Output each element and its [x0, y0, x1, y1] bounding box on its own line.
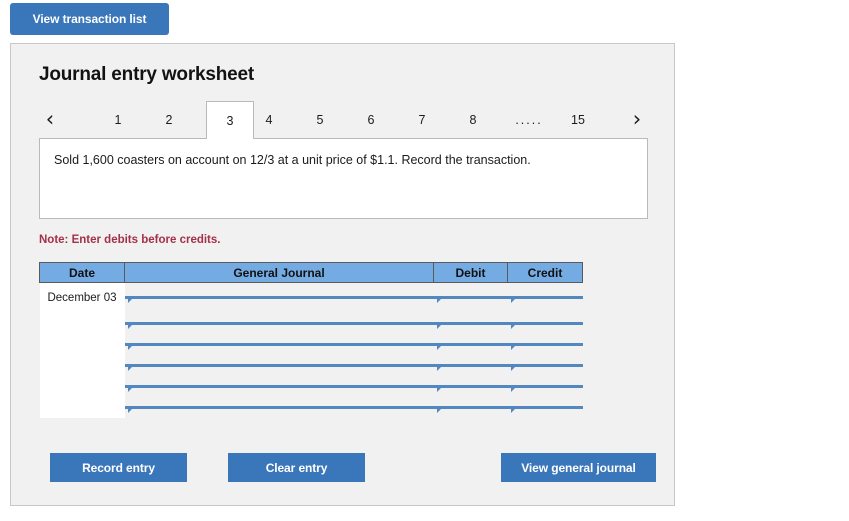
journal-debit-input-cell: [433, 375, 508, 397]
journal-date-cell: December 03: [39, 282, 125, 313]
journal-date-cell: [39, 375, 125, 397]
table-row: [39, 333, 583, 355]
journal-debit-input[interactable]: [433, 342, 508, 350]
journal-credit-input-cell: [507, 282, 583, 313]
table-row: [39, 375, 583, 397]
table-row: [39, 354, 583, 376]
page-title: Journal entry worksheet: [39, 64, 255, 85]
tab-list: 1 2 3 4 5 6 7 8..... 15: [69, 101, 618, 139]
journal-account-input[interactable]: [124, 384, 434, 392]
journal-date-cell: [39, 333, 125, 355]
column-header-date: Date: [39, 262, 125, 283]
journal-account-input[interactable]: [124, 296, 434, 304]
journal-account-input-cell: [124, 354, 434, 376]
tab-4[interactable]: 4: [257, 101, 281, 139]
journal-date-cell: [39, 354, 125, 376]
journal-credit-input-cell: [507, 375, 583, 397]
column-header-credit: Credit: [507, 262, 583, 283]
journal-credit-input[interactable]: [507, 296, 583, 304]
general-journal-table: Date General Journal Debit Credit Decemb…: [39, 262, 583, 418]
clear-entry-button[interactable]: Clear entry: [228, 453, 365, 482]
tab-2[interactable]: 2: [157, 101, 181, 139]
journal-debit-input[interactable]: [433, 405, 508, 413]
journal-credit-input[interactable]: [507, 363, 583, 371]
table-body: December 03: [39, 282, 583, 418]
journal-account-input[interactable]: [124, 342, 434, 350]
table-row: [39, 312, 583, 334]
journal-date-cell: [39, 396, 125, 418]
journal-debit-input[interactable]: [433, 321, 508, 329]
journal-debit-input[interactable]: [433, 363, 508, 371]
worksheet-tab-strip: ‹ 1 2 3 4 5 6 7 8..... 15 ›: [39, 101, 648, 139]
journal-debit-input[interactable]: [433, 384, 508, 392]
journal-account-input-cell: [124, 375, 434, 397]
tab-ellipsis: .....: [515, 113, 543, 127]
tab-1[interactable]: 1: [106, 101, 130, 139]
tab-7[interactable]: 7: [410, 101, 434, 139]
view-general-journal-button[interactable]: View general journal: [501, 453, 656, 482]
journal-credit-input[interactable]: [507, 384, 583, 392]
journal-account-input-cell: [124, 282, 434, 313]
chevron-right-icon[interactable]: ›: [626, 105, 648, 133]
journal-credit-input[interactable]: [507, 405, 583, 413]
journal-credit-input[interactable]: [507, 342, 583, 350]
transaction-description-text: Sold 1,600 coasters on account on 12/3 a…: [54, 153, 531, 167]
journal-account-input[interactable]: [124, 321, 434, 329]
journal-account-input[interactable]: [124, 405, 434, 413]
journal-date-cell: [39, 312, 125, 334]
journal-account-input-cell: [124, 333, 434, 355]
journal-account-input-cell: [124, 312, 434, 334]
column-header-general-journal: General Journal: [124, 262, 434, 283]
journal-debit-input-cell: [433, 312, 508, 334]
journal-debit-input-cell: [433, 282, 508, 313]
tab-6[interactable]: 6: [359, 101, 383, 139]
debits-before-credits-note: Note: Enter debits before credits.: [39, 234, 221, 246]
journal-credit-input-cell: [507, 354, 583, 376]
tab-15[interactable]: 15: [564, 101, 592, 139]
record-entry-button[interactable]: Record entry: [50, 453, 187, 482]
table-row: [39, 396, 583, 418]
journal-credit-input-cell: [507, 396, 583, 418]
journal-debit-input[interactable]: [433, 296, 508, 304]
journal-account-input[interactable]: [124, 363, 434, 371]
journal-credit-input[interactable]: [507, 321, 583, 329]
journal-account-input-cell: [124, 396, 434, 418]
tab-5[interactable]: 5: [308, 101, 332, 139]
tab-8[interactable]: 8: [461, 101, 485, 139]
transaction-description-box: Sold 1,600 coasters on account on 12/3 a…: [39, 138, 648, 219]
journal-entry-worksheet-panel: Journal entry worksheet ‹ 1 2 3 4 5 6 7 8..... 1…: [10, 43, 675, 506]
table-row: December 03: [39, 282, 583, 313]
journal-credit-input-cell: [507, 333, 583, 355]
journal-debit-input-cell: [433, 354, 508, 376]
journal-debit-input-cell: [433, 333, 508, 355]
column-header-debit: Debit: [433, 262, 508, 283]
chevron-left-icon[interactable]: ‹: [39, 105, 61, 133]
view-transaction-list-button[interactable]: View transaction list: [10, 3, 169, 35]
table-header-row: Date General Journal Debit Credit: [39, 262, 583, 283]
journal-credit-input-cell: [507, 312, 583, 334]
tab-3[interactable]: 3: [206, 101, 254, 139]
journal-debit-input-cell: [433, 396, 508, 418]
